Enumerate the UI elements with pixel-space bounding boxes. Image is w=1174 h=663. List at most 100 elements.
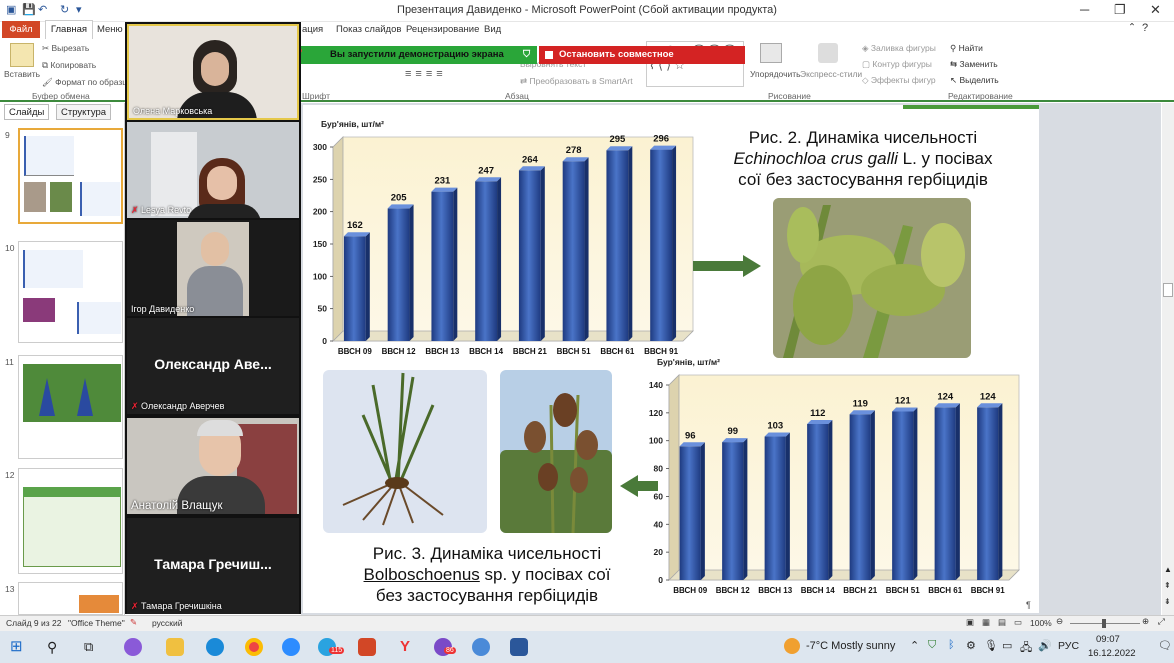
stop-share-button[interactable]: Остановить совместное использование <box>539 46 745 78</box>
bar <box>764 436 786 580</box>
paste-icon[interactable] <box>10 43 34 67</box>
shape-effects-button[interactable]: ◇ Эффекты фигур <box>862 75 936 86</box>
prev-slide-icon[interactable]: ⇞ <box>1164 581 1171 590</box>
replace-button[interactable]: ⇆ Заменить <box>950 59 998 70</box>
volume-icon[interactable]: 🔊 <box>1038 639 1052 652</box>
caption-fig3: Рис. 3. Динаміка чисельності Bolboschoen… <box>341 543 633 606</box>
bar-top <box>764 432 790 437</box>
zoom-out-icon[interactable]: ⊖ <box>1056 616 1063 627</box>
caption-fig3-line3: без застосування гербіцидів <box>375 586 599 605</box>
video-tile-anatoliy[interactable]: Анатолій Влащук <box>127 418 299 514</box>
tab-review[interactable]: Рецензирование <box>406 24 479 35</box>
show-hidden-icons[interactable]: ⌃ <box>910 639 919 652</box>
bluetooth-icon[interactable]: ᛒ <box>948 639 955 651</box>
clock-date[interactable]: 16.12.2022 <box>1088 648 1136 659</box>
vertical-scrollbar[interactable]: ▲ ⇞ ⇟ <box>1162 103 1174 615</box>
close-icon[interactable]: ✕ <box>1150 2 1161 18</box>
tab-slideshow[interactable]: Показ слайдов <box>336 24 401 35</box>
video-tile-olena[interactable]: Олена Марковська <box>127 24 299 120</box>
clock-time[interactable]: 09:07 <box>1096 634 1120 645</box>
task-view-icon[interactable]: ⧉ <box>84 638 102 656</box>
tab-outline[interactable]: Структура <box>56 104 112 120</box>
file-explorer-icon[interactable] <box>166 638 184 656</box>
search-icon[interactable]: ⚲ <box>47 638 65 656</box>
cut-button[interactable]: ✂ Вырезать <box>42 43 89 54</box>
network-icon[interactable]: 🖧 <box>1020 639 1032 658</box>
bar <box>475 181 498 341</box>
arrange-button[interactable]: Упорядочить <box>750 69 801 79</box>
select-button[interactable]: ↖ Выделить <box>950 75 999 86</box>
ribbon-collapse-icon[interactable]: ⌃ <box>1128 22 1136 33</box>
data-label: 231 <box>434 176 451 187</box>
format-painter-button[interactable]: 🖌 Формат по образцу <box>42 77 131 88</box>
chart-side-wall <box>668 374 680 581</box>
tab-slides[interactable]: Слайды <box>4 104 50 120</box>
display-icon[interactable]: ▭ <box>1002 639 1012 652</box>
zoom-app-icon[interactable] <box>282 638 300 656</box>
effects-icon: ◇ <box>862 75 871 85</box>
y-tick-label: 100 <box>649 436 663 446</box>
tab-animation[interactable]: ация <box>302 24 323 35</box>
video-tile-igor[interactable]: Ігор Давиденко <box>127 220 299 316</box>
find-button[interactable]: ⚲ Найти <box>950 43 983 54</box>
bar <box>650 149 673 341</box>
slide-canvas[interactable]: 0 50 100 150 200 250 300 Бур'янів, шт/м² 162 ВВСН… <box>303 105 1039 613</box>
slide-thumbnail-12[interactable] <box>18 468 123 574</box>
view-slideshow-icon[interactable]: ▭ <box>1014 617 1022 628</box>
view-reading-icon[interactable]: ▤ <box>998 617 1006 628</box>
maximize-icon[interactable]: ❐ <box>1114 2 1126 18</box>
security-icon[interactable]: ⛉ <box>928 639 936 652</box>
chart-2: 0 20 40 60 80 100 120 140 Бур'янів, шт/м² 96 ВВСН … <box>649 357 1020 595</box>
help-icon[interactable]: ? <box>1142 22 1148 34</box>
yandex-icon[interactable]: Y <box>396 638 414 656</box>
quick-styles-button[interactable]: Экспресс-стили <box>800 69 862 79</box>
paragraph-align-icons[interactable]: ≡≡≡≡ <box>405 68 447 80</box>
tab-menu[interactable]: Меню <box>97 24 123 35</box>
minimize-icon[interactable]: ─ <box>1080 2 1089 17</box>
shape-outline-button[interactable]: ▢ Контур фигуры <box>862 59 932 70</box>
notifications-icon[interactable]: 🗨 <box>1158 639 1172 652</box>
copy-label: Копировать <box>50 60 97 70</box>
shape-fill-button[interactable]: ◈ Заливка фигуры <box>862 43 936 54</box>
video-gallery: Олена Марковська ✗ Lesya Revto Ігор Дави… <box>125 22 301 614</box>
video-tile-tamara[interactable]: Тамара Гречиш... ✗ Тамара Гречишкіна <box>127 518 299 614</box>
powerpoint-icon[interactable] <box>358 638 376 656</box>
input-language[interactable]: РУС <box>1058 640 1079 652</box>
data-label: 124 <box>980 391 997 402</box>
copilot-icon[interactable] <box>124 638 142 656</box>
tab-home[interactable]: Главная <box>45 20 93 39</box>
fit-slide-icon[interactable]: ⤢ <box>1158 616 1165 627</box>
weather-text[interactable]: -7°C Mostly sunny <box>806 640 895 652</box>
participant-display-name: Олександр Аве... <box>154 356 272 372</box>
tab-file[interactable]: Файл <box>2 21 40 38</box>
copy-button[interactable]: ⧉ Копировать <box>42 60 96 71</box>
slide-thumbnail-13[interactable] <box>18 582 123 615</box>
windows-start-icon[interactable]: ⊞ <box>10 638 28 656</box>
edge-icon[interactable] <box>206 638 224 656</box>
slide-thumbnail-9[interactable] <box>18 128 123 224</box>
zoom-slider-thumb[interactable] <box>1102 619 1106 628</box>
app-search-icon[interactable] <box>472 638 490 656</box>
chrome-icon[interactable] <box>245 638 263 656</box>
language-indicator[interactable]: русский <box>152 618 183 628</box>
thumb-number: 9 <box>5 130 10 140</box>
taskbar-settings-icon[interactable]: ⚙ <box>966 639 976 652</box>
next-slide-icon[interactable]: ⇟ <box>1164 597 1171 606</box>
zoom-in-icon[interactable]: ⊕ <box>1142 616 1149 627</box>
mic-icon[interactable]: 🎙 <box>984 639 998 652</box>
video-tile-lesya[interactable]: ✗ Lesya Revto <box>127 122 299 218</box>
word-icon[interactable] <box>510 638 528 656</box>
scroll-thumb[interactable] <box>1163 283 1173 297</box>
scroll-up-icon[interactable]: ▲ <box>1164 565 1172 574</box>
slide-thumbnail-11[interactable] <box>18 355 123 459</box>
zoom-level[interactable]: 100% <box>1030 618 1052 628</box>
view-sorter-icon[interactable]: ▦ <box>982 617 990 628</box>
video-tile-oleksandr[interactable]: Олександр Аве... ✗ Олександр Аверчев <box>127 318 299 414</box>
chart-floor <box>668 569 1020 581</box>
participant-name: ✗ Олександр Аверчев <box>131 401 224 412</box>
spellcheck-icon[interactable]: ✎ <box>130 617 137 628</box>
paste-button[interactable]: Вставить <box>4 69 40 79</box>
view-normal-icon[interactable]: ▣ <box>966 617 974 628</box>
tab-view[interactable]: Вид <box>484 24 501 35</box>
slide-thumbnail-10[interactable] <box>18 241 123 343</box>
